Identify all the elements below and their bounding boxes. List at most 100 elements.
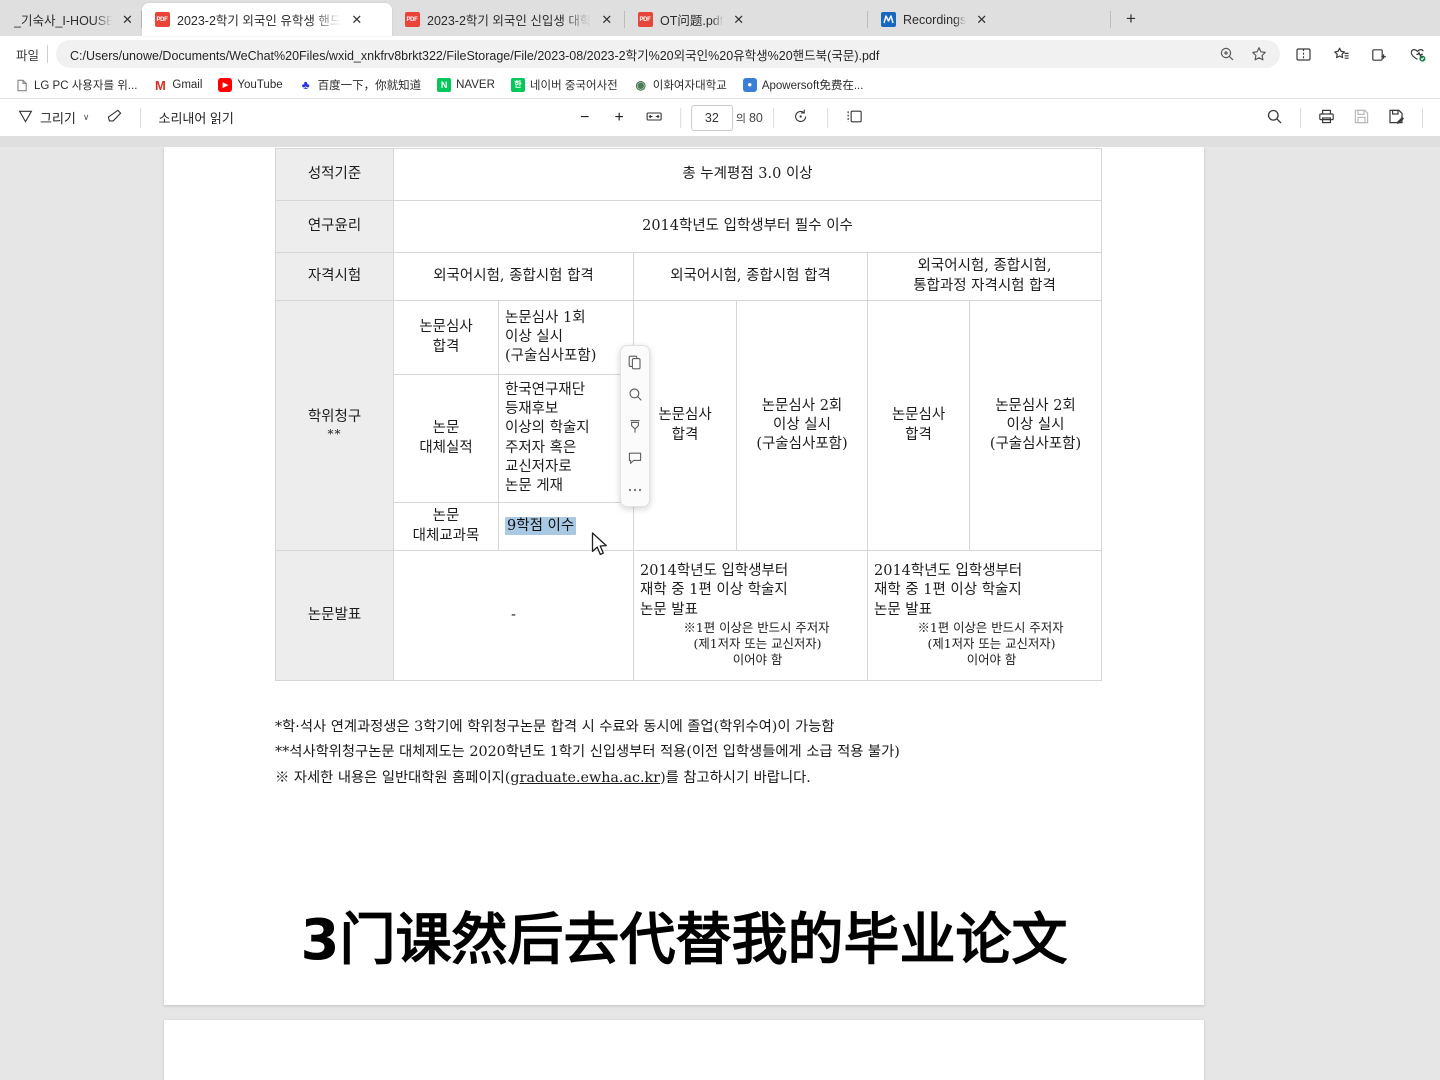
youtube-icon: ▶ [218,78,233,92]
selected-text[interactable]: 9학점 이수 [505,516,577,535]
draw-icon [18,109,33,127]
divider [679,107,681,128]
save-icon [1353,108,1370,128]
browser-tab-5[interactable]: Recordings ✕ [868,3,1111,36]
page-number-input[interactable]: 32 [690,104,733,131]
presentation-note: ※1편 이상은 반드시 주저자 (제1저자 또는 교신저자) 이어야 함 [683,619,830,668]
bookmark-gmail[interactable]: M Gmail [146,75,209,95]
footnote-1: *학·석사 연계과정생은 3학기에 학위청구논문 합격 시 수료와 동시에 졸업… [275,719,835,735]
bookmark-lg-pc[interactable]: LG PC 사용자를 위... [8,74,144,96]
save-as-icon [1388,108,1405,128]
zoom-in-button[interactable]: + [603,104,634,132]
comment-icon[interactable] [623,447,647,469]
graduate-site-link[interactable]: graduate.ewha.ac.kr [510,770,660,786]
tab-close-icon[interactable]: ✕ [973,11,990,28]
eraser-button[interactable] [99,103,131,132]
address-bar-row: 파일 C:/Users/unowe/Documents/WeChat%20Fil… [0,36,1440,72]
rotate-button[interactable] [784,103,817,133]
new-tab-button[interactable]: + [1117,5,1145,33]
more-icon[interactable] [623,479,647,501]
zoom-out-button[interactable]: − [569,104,600,132]
favorite-star-icon[interactable] [1244,40,1274,68]
read-aloud-label: 소리내어 읽기 [158,111,234,126]
highlight-icon[interactable] [623,415,647,437]
copy-icon[interactable] [623,351,647,373]
table-row: 학위청구 ** 논문심사 합격 논문심사 1회 이상 실시 (구술심사포함) 논… [275,300,1102,551]
degree-col5: 논문심사 합격 [867,300,970,551]
degree-sub-label-2: 논문 대체실적 [393,374,499,503]
bookmark-naver[interactable]: N NAVER [430,75,502,95]
draw-tool-button[interactable]: 그리기 ∨ [10,103,97,132]
save-button[interactable] [1345,103,1378,133]
bookmark-baidu[interactable]: ♣ 百度一下，你就知道 [292,74,429,96]
video-subtitle: 3门课然后去代替我的毕业论文 [300,908,1068,973]
browser-tab-2[interactable]: PDF 2023-2학기 외국인 유학생 핸드 ✕ [142,3,392,36]
selection-context-menu[interactable] [620,345,650,507]
footnotes: *학·석사 연계과정생은 3학기에 학위청구논문 합격 시 수료와 동시에 졸업… [275,715,1115,791]
row-header: 논문발표 [275,550,394,681]
divider [826,107,828,128]
bookmark-label: LG PC 사용자를 위... [34,80,138,92]
bookmark-ewha[interactable]: ◉ 이화여자대학교 [627,74,734,96]
row-header-degree: 학위청구 ** [275,300,394,551]
browser-essentials-icon[interactable] [1402,40,1432,68]
row-header-note: ** [327,427,342,442]
fit-page-button[interactable] [638,105,670,131]
tab-close-icon[interactable]: ✕ [119,11,136,28]
ewha-icon: ◉ [635,78,646,92]
table-row: 자격시험 외국어시험, 종합시험 합격 외국어시험, 종합시험 합격 외국어시험… [275,252,1102,301]
page-view-button[interactable] [838,104,871,132]
tab-close-icon[interactable]: ✕ [730,11,747,28]
pdf-viewer[interactable]: 성적기준 총 누계평점 3.0 이상 연구윤리 2014학년도 입학생부터 필수… [0,147,1440,1080]
row-header: 자격시험 [275,252,394,301]
degree-col4: 논문심사 2회 이상 실시 (구술심사포함) [736,300,868,551]
footnote-2: **석사학위청구논문 대체제도는 2020학년도 1학기 신입생부터 적용(이전… [275,744,900,761]
browser-tab-4[interactable]: PDF OT问题.pdf ✕ [625,3,868,36]
divider [1300,107,1301,128]
zoom-icon[interactable] [1212,40,1242,68]
file-menu-label[interactable]: 파일 [8,45,39,64]
bookmarks-bar: LG PC 사용자를 위... M Gmail ▶ YouTube ♣ 百度一下… [0,72,1440,99]
eraser-icon [107,108,123,127]
row-value: 2014학년도 입학생부터 필수 이수 [393,200,1102,253]
save-as-button[interactable] [1380,103,1413,133]
tab-close-icon[interactable]: ✕ [348,11,365,28]
split-screen-icon[interactable] [1288,40,1318,68]
divider [772,107,774,128]
read-aloud-button[interactable]: 소리내어 읽기 [150,103,241,132]
table-row: 논문발표 - 2014학년도 입학생부터 재학 중 1편 이상 학술지 논문 발… [275,550,1102,681]
chevron-down-icon[interactable]: ∨ [83,112,90,123]
tab-close-icon[interactable]: ✕ [598,11,615,28]
pdf-icon: PDF [154,12,170,28]
page-of-label: 의 [735,112,746,125]
pdf-search-button[interactable] [1258,103,1291,133]
degree-sub-value-3[interactable]: 9학점 이수 [498,502,634,551]
apowersoft-icon: ● [742,78,757,92]
bookmark-label: 네이버 중국어사전 [529,80,618,92]
pdf-page-33 [164,1020,1204,1080]
favorites-icon[interactable] [1326,40,1356,68]
bookmark-label: YouTube [237,79,283,91]
presentation-text: 2014학년도 입학생부터 재학 중 1편 이상 학술지 논문 발표 [874,563,1023,618]
tab-title: 2023-2학기 외국인 유학생 핸드 [177,14,342,28]
browser-tab-3[interactable]: PDF 2023-2학기 외국인 신입생 대학 ✕ [392,3,625,36]
presentation-cell-2: 2014학년도 입학생부터 재학 중 1편 이상 학술지 논문 발표 ※1편 이… [633,550,868,681]
total-pages: 80 [748,110,763,125]
pdf-icon: PDF [637,12,653,28]
bookmark-naver-dict[interactable]: 한 네이버 중국어사전 [504,74,625,96]
footnote-suffix: )를 참고하시기 바랍니다. [660,769,811,786]
mouse-cursor [591,532,610,563]
row-value: 총 누계평점 3.0 이상 [393,148,1102,201]
bookmark-label: 百度一下，你就知道 [317,80,422,92]
browser-tab-1[interactable]: _기숙사_I-HOUSE_국 ✕ [2,3,142,36]
tab-strip: _기숙사_I-HOUSE_국 ✕ PDF 2023-2학기 외국인 유학생 핸드… [0,0,1440,36]
bookmark-apowersoft[interactable]: ● Apowersoft免费在... [736,74,871,96]
bookmark-youtube[interactable]: ▶ YouTube [211,75,289,95]
collections-icon[interactable] [1364,40,1394,68]
naver-dict-icon: 한 [510,78,525,92]
address-bar[interactable]: C:/Users/unowe/Documents/WeChat%20Files/… [56,40,1280,68]
search-icon[interactable] [623,383,647,405]
rotate-icon [792,108,809,128]
tab-title: _기숙사_I-HOUSE_국 [14,14,112,28]
print-button[interactable] [1310,103,1343,133]
